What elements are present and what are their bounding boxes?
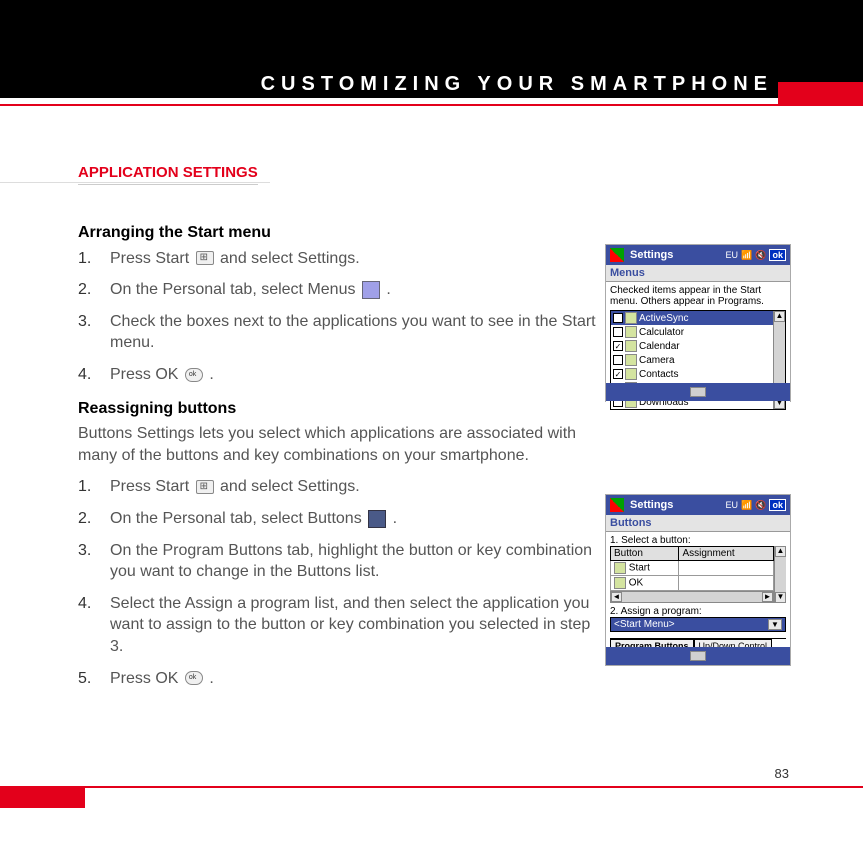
list-item[interactable]: ✓ Calendar (611, 339, 773, 353)
page-number: 83 (775, 766, 789, 781)
scroll-down-icon[interactable]: ▼ (775, 592, 786, 603)
list-item[interactable]: ✓ Contacts (611, 367, 773, 381)
app-icon (625, 340, 637, 352)
ok-key-icon (185, 368, 203, 382)
step-text: . (386, 281, 390, 298)
list-item[interactable]: ActiveSync (611, 311, 773, 325)
step-text: Press Start (110, 250, 194, 267)
checkbox[interactable] (613, 327, 623, 337)
step-text: . (209, 366, 213, 383)
app-icon (625, 326, 637, 338)
footer-red-rule (0, 786, 863, 788)
ss-label: 2. Assign a program: (610, 606, 786, 617)
content-area: Arranging the Start menu 1. Press Start … (78, 210, 608, 699)
app-icon (625, 312, 637, 324)
speaker-icon: 🔇 (755, 500, 766, 511)
ok-badge[interactable]: ok (769, 249, 786, 261)
list-item-label: Calculator (639, 327, 684, 338)
step-text: On the Personal tab, select Menus (110, 281, 360, 298)
table-row[interactable]: Start (611, 561, 774, 576)
keyboard-icon[interactable] (690, 651, 706, 661)
footer-red-tab (0, 786, 85, 808)
step-text: Press OK (110, 366, 183, 383)
chevron-down-icon[interactable]: ▼ (768, 619, 782, 630)
app-icon (614, 562, 626, 574)
step-text: On the Program Buttons tab, highlight th… (110, 540, 608, 583)
scrollbar-horizontal[interactable]: ◄ ► (610, 591, 774, 603)
list-item-label: Contacts (639, 369, 678, 380)
start-key-icon (196, 480, 214, 494)
ss-bottombar (606, 383, 790, 401)
intro-text: Buttons Settings lets you select which a… (78, 423, 608, 466)
screenshot-buttons: Settings EU 📶 🔇 ok Buttons 1. Select a b… (605, 494, 791, 666)
ok-key-icon (185, 671, 203, 685)
checkbox[interactable]: ✓ (613, 341, 623, 351)
screenshot-menus: Settings EU 📶 🔇 ok Menus Checked items a… (605, 244, 791, 402)
ok-badge[interactable]: ok (769, 499, 786, 511)
start-key-icon (196, 251, 214, 265)
ss-titlebar: Settings EU 📶 🔇 ok (606, 245, 790, 265)
ss-subtitle: Buttons (606, 515, 790, 532)
list-item-label: ActiveSync (639, 313, 688, 324)
list-item-label: Calendar (639, 341, 680, 352)
ss-titlebar: Settings EU 📶 🔇 ok (606, 495, 790, 515)
ss-label: 1. Select a button: (610, 535, 786, 546)
speaker-icon: 🔇 (755, 250, 766, 261)
buttons-icon (368, 510, 386, 528)
checkbox[interactable]: ✓ (613, 369, 623, 379)
subhead-reassign: Reassigning buttons (78, 398, 608, 420)
col-button: Button (611, 547, 679, 561)
scroll-up-icon[interactable]: ▲ (775, 546, 786, 557)
header-red-tab (778, 82, 863, 104)
app-icon (625, 354, 637, 366)
buttons-table[interactable]: Button Assignment Start OK (610, 546, 774, 591)
step-text: Check the boxes next to the applications… (110, 311, 608, 354)
step-text: and select Settings. (220, 250, 360, 267)
assign-program-dropdown[interactable]: <Start Menu> ▼ (610, 617, 786, 632)
windows-flag-icon (610, 248, 624, 262)
step-text: and select Settings. (220, 478, 360, 495)
chapter-title: CUSTOMIZING YOUR SMARTPHONE (261, 73, 773, 96)
checkbox[interactable] (613, 355, 623, 365)
list-item[interactable]: Camera (611, 353, 773, 367)
dropdown-value: <Start Menu> (614, 619, 675, 630)
header-red-rule (0, 104, 863, 106)
col-assignment: Assignment (679, 547, 774, 561)
ss-title: Settings (630, 499, 673, 511)
ss-bottombar (606, 647, 790, 665)
table-row[interactable]: OK (611, 576, 774, 591)
keyboard-icon[interactable] (690, 387, 706, 397)
app-icon (625, 368, 637, 380)
ss-title: Settings (630, 249, 673, 261)
windows-flag-icon (610, 498, 624, 512)
signal-icon: 📶 (741, 250, 752, 261)
header-black-bar: CUSTOMIZING YOUR SMARTPHONE (0, 0, 863, 98)
app-icon (614, 577, 626, 589)
step-text: Select the Assign a program list, and th… (110, 593, 608, 658)
scrollbar-vertical[interactable]: ▲ ▼ (774, 546, 786, 603)
scroll-left-icon[interactable]: ◄ (611, 592, 622, 602)
step-text: . (393, 510, 397, 527)
step-text: On the Personal tab, select Buttons (110, 510, 366, 527)
signal-icon: 📶 (741, 500, 752, 511)
section-title: APPLICATION SETTINGS (78, 164, 258, 185)
step-text: . (209, 670, 213, 687)
menus-icon (362, 281, 380, 299)
steps-reassign: 1. Press Start and select Settings. 2. O… (78, 476, 608, 689)
list-item[interactable]: Calculator (611, 325, 773, 339)
scroll-right-icon[interactable]: ► (762, 592, 773, 602)
subhead-arranging: Arranging the Start menu (78, 222, 608, 244)
ss-status: EU (726, 500, 739, 510)
steps-arranging: 1. Press Start and select Settings. 2. O… (78, 248, 608, 386)
checkbox[interactable] (613, 313, 623, 323)
list-item-label: Camera (639, 355, 675, 366)
scroll-up-icon[interactable]: ▲ (774, 311, 785, 322)
ss-subtitle: Menus (606, 265, 790, 282)
ss-status: EU (726, 250, 739, 260)
step-text: Press Start (110, 478, 194, 495)
ss-description: Checked items appear in the Start menu. … (610, 285, 786, 307)
step-text: Press OK (110, 670, 183, 687)
